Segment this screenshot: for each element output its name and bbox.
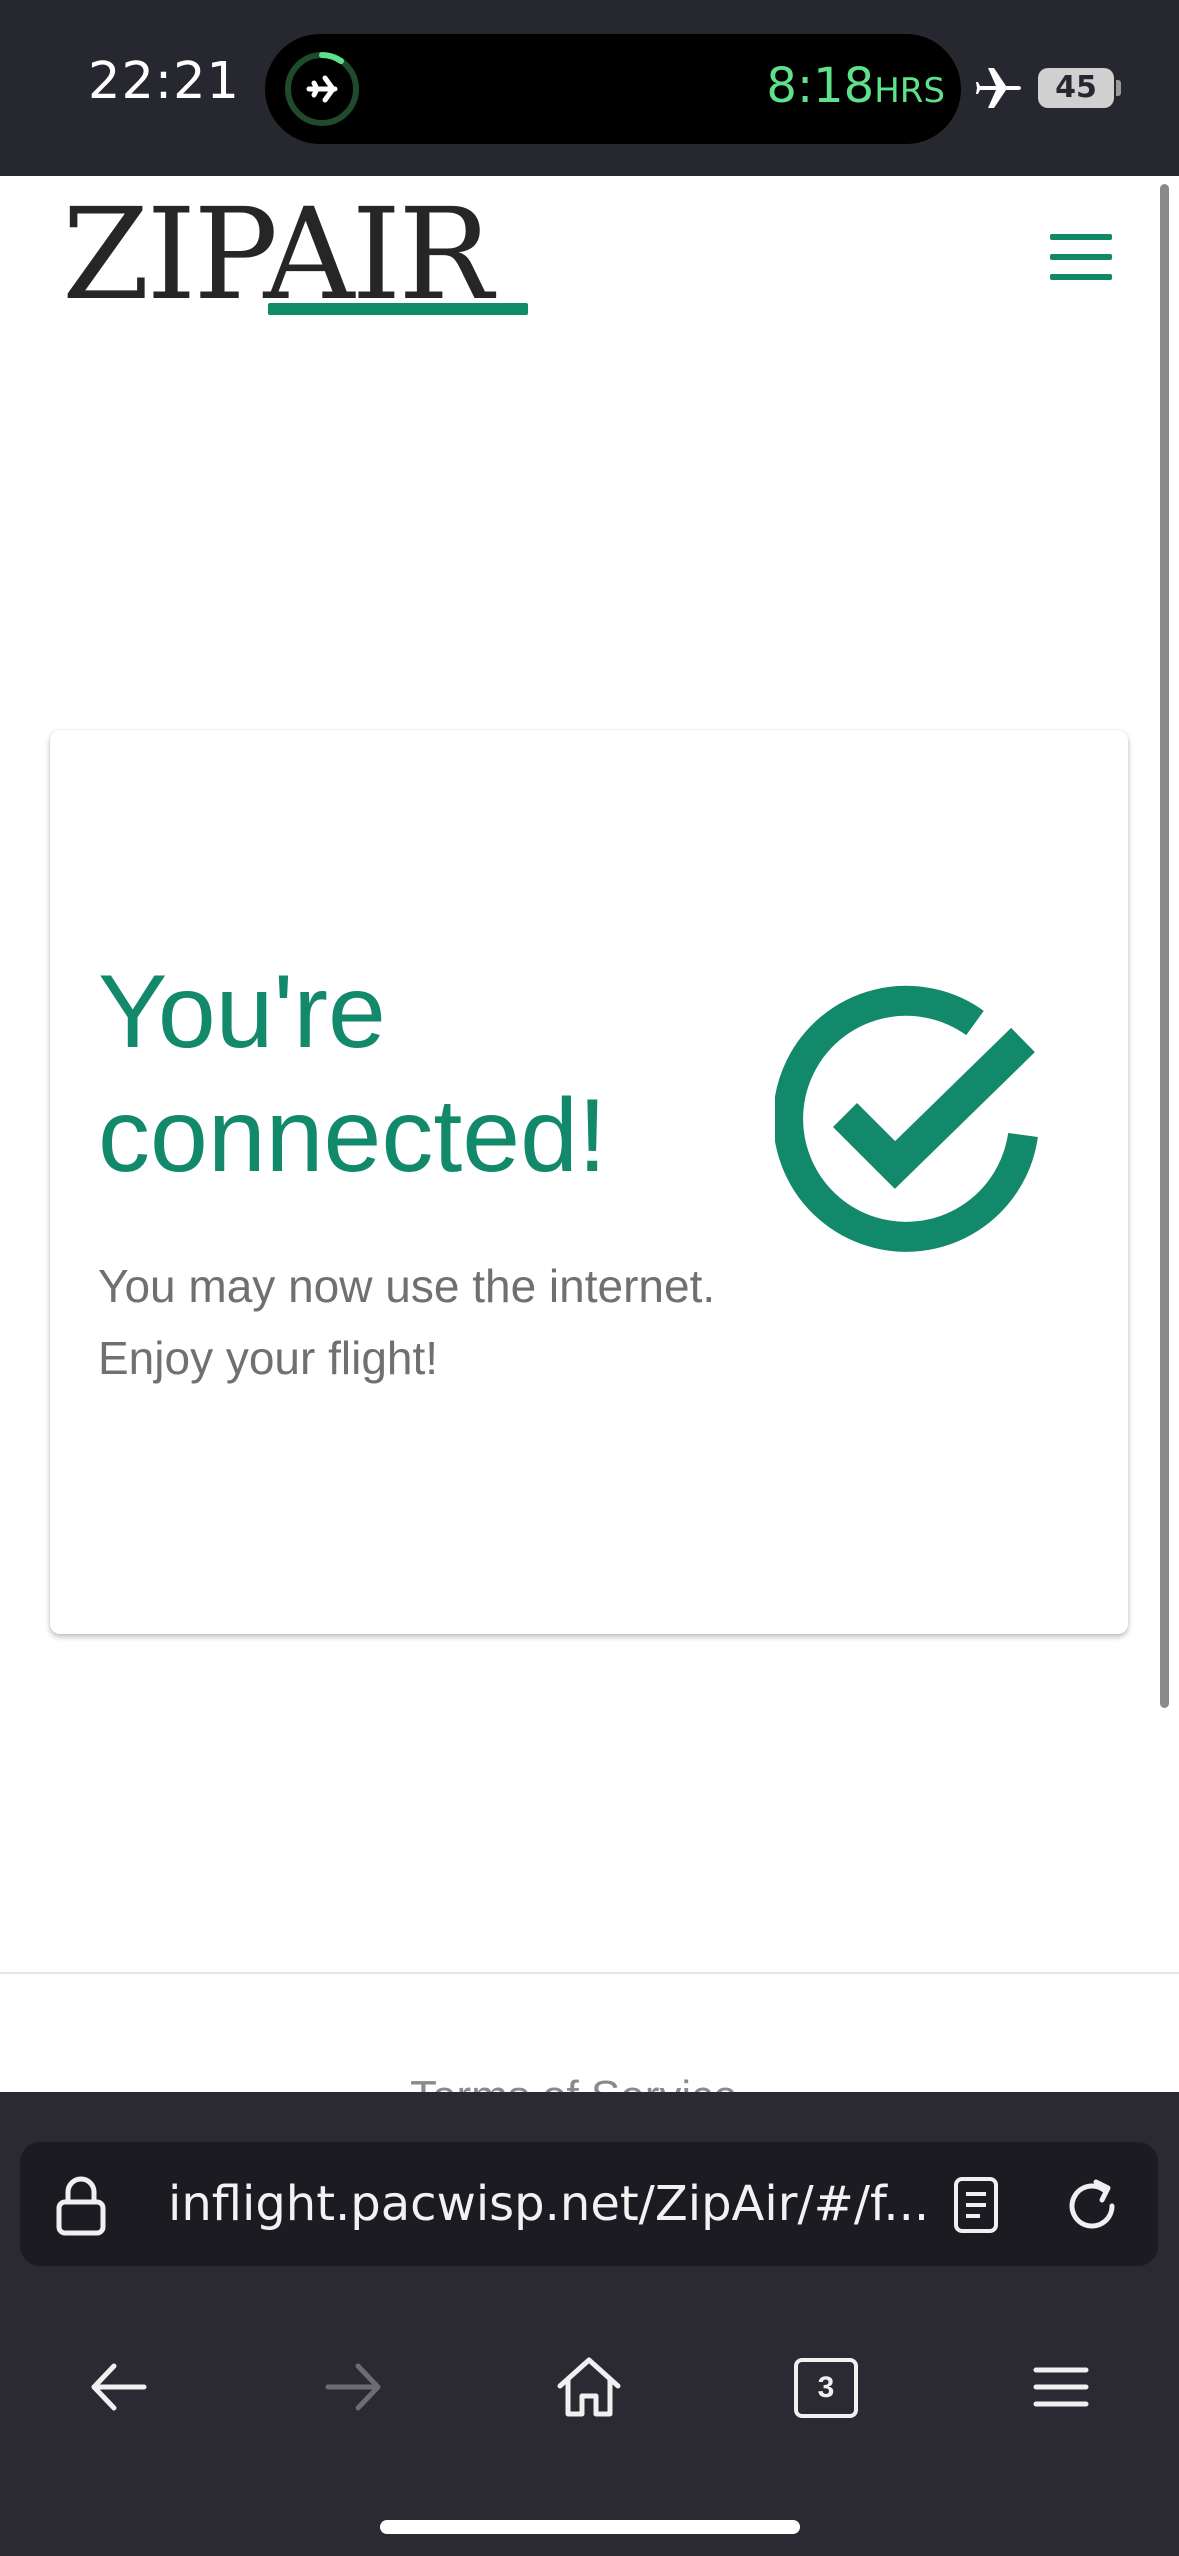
check-circle-icon xyxy=(775,985,1038,1252)
back-arrow-icon[interactable] xyxy=(84,2352,154,2422)
airplane-mode-icon xyxy=(976,68,1021,108)
flight-time-value: 8:18 xyxy=(766,58,875,114)
status-bar: 22:21 8:18HRS 45 xyxy=(0,0,1179,176)
dynamic-island[interactable]: 8:18HRS xyxy=(265,34,961,144)
flight-progress-icon xyxy=(285,52,359,126)
terms-of-service-link[interactable]: Terms of Service xyxy=(410,2072,738,2092)
lock-icon[interactable] xyxy=(54,2176,108,2236)
footer: Terms of Service xyxy=(0,2060,1179,2092)
flight-time-remaining: 8:18HRS xyxy=(766,58,945,114)
message-line-1: You may now use the internet. xyxy=(98,1260,716,1312)
home-indicator[interactable] xyxy=(380,2520,800,2534)
hamburger-menu-icon[interactable] xyxy=(1050,234,1112,280)
reader-mode-icon[interactable] xyxy=(948,2176,1006,2234)
url-bar[interactable]: inflight.pacwisp.net/ZipAir/#/f... xyxy=(20,2142,1158,2266)
browser-menu-icon[interactable] xyxy=(1026,2352,1096,2422)
message-line-2: Enjoy your flight! xyxy=(98,1332,439,1384)
connection-status-card: You're connected! You may now use the in… xyxy=(50,730,1128,1634)
battery-cap xyxy=(1116,80,1121,96)
zipair-logo[interactable]: ZIPAIR xyxy=(62,192,493,318)
connected-title: You're connected! xyxy=(98,954,607,1194)
status-time: 22:21 xyxy=(88,52,240,111)
footer-divider xyxy=(0,1972,1179,1974)
url-text[interactable]: inflight.pacwisp.net/ZipAir/#/f... xyxy=(168,2176,929,2232)
forward-arrow-icon[interactable] xyxy=(318,2352,388,2422)
tabs-button[interactable]: 3 xyxy=(794,2358,858,2418)
page-scrollbar[interactable] xyxy=(1160,184,1169,1708)
home-icon[interactable] xyxy=(554,2352,624,2422)
flight-time-unit: HRS xyxy=(874,71,945,111)
reload-icon[interactable] xyxy=(1060,2174,1124,2238)
connected-message: You may now use the internet. Enjoy your… xyxy=(98,1250,798,1394)
logo-underline xyxy=(268,303,528,315)
battery-level: 45 xyxy=(1038,68,1114,108)
